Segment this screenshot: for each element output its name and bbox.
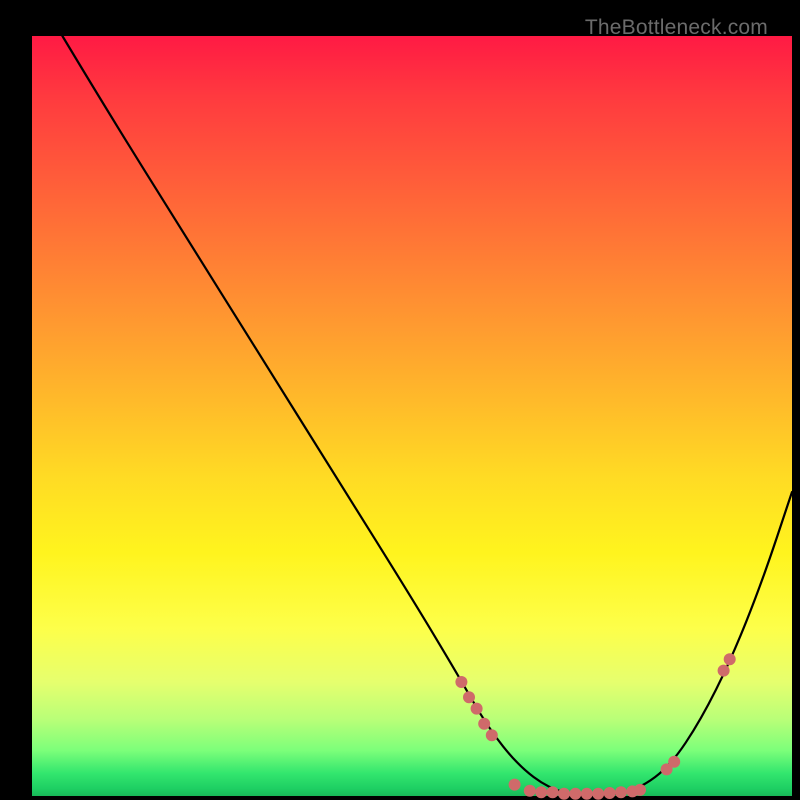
data-marker xyxy=(615,786,627,798)
data-marker xyxy=(592,788,604,800)
marker-group xyxy=(455,653,735,800)
watermark-text: TheBottleneck.com xyxy=(585,16,768,40)
data-marker xyxy=(455,676,467,688)
data-marker xyxy=(524,785,536,797)
data-marker xyxy=(463,691,475,703)
data-marker xyxy=(535,786,547,798)
data-marker xyxy=(471,703,483,715)
data-marker xyxy=(558,788,570,800)
plot-area xyxy=(32,36,792,796)
data-marker xyxy=(569,788,581,800)
data-marker xyxy=(668,756,680,768)
data-marker xyxy=(718,665,730,677)
data-marker xyxy=(604,787,616,799)
data-marker xyxy=(724,653,736,665)
data-marker xyxy=(486,729,498,741)
bottleneck-curve xyxy=(62,36,792,796)
data-marker xyxy=(478,718,490,730)
chart-frame: TheBottleneck.com xyxy=(12,12,788,788)
data-marker xyxy=(581,788,593,800)
data-marker xyxy=(547,786,559,798)
data-marker xyxy=(634,784,646,796)
data-marker xyxy=(509,779,521,791)
curve-layer xyxy=(32,36,792,796)
